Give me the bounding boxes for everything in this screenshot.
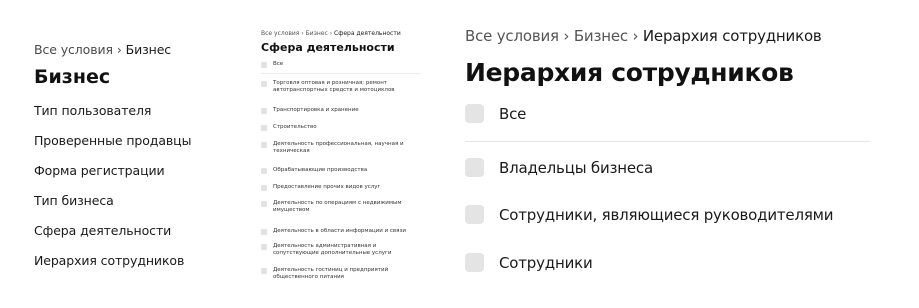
- breadcrumb-current: Бизнес: [125, 42, 172, 57]
- checkbox[interactable]: [261, 201, 267, 207]
- divider: [465, 141, 870, 142]
- menu-item-registration-form[interactable]: Форма регистрации: [34, 163, 165, 178]
- option-label: Деятельность в области информации и связ…: [273, 228, 406, 234]
- breadcrumb: Все условия › Бизнес › Иерархия сотрудни…: [465, 27, 822, 45]
- option-label: Все: [499, 104, 527, 123]
- option-item[interactable]: Деятельность профессиональная, научная и…: [261, 141, 423, 155]
- menu-item-employee-hierarchy[interactable]: Иерархия сотрудников: [34, 253, 184, 268]
- checkbox[interactable]: [261, 244, 267, 250]
- breadcrumb: Все условия › Бизнес › Сфера деятельност…: [261, 30, 401, 37]
- option-label: Деятельность административная и сопутств…: [273, 243, 392, 256]
- checkbox[interactable]: [261, 108, 267, 114]
- breadcrumb-current: Иерархия сотрудников: [642, 27, 822, 45]
- menu-item-business-type[interactable]: Тип бизнеса: [34, 193, 114, 208]
- breadcrumb-separator: ›: [301, 30, 304, 37]
- option-item[interactable]: Деятельность гостиниц и предприятий обще…: [261, 267, 423, 281]
- option-label: Деятельность по операциям с недвижимым и…: [273, 200, 402, 213]
- checkbox[interactable]: [261, 168, 267, 174]
- checkbox[interactable]: [465, 104, 484, 123]
- checkbox[interactable]: [261, 185, 267, 191]
- option-label: Сотрудники: [499, 253, 593, 272]
- option-all[interactable]: Все: [465, 104, 526, 123]
- checkbox[interactable]: [261, 81, 267, 87]
- option-label: Сотрудники, являющиеся руководителями: [499, 205, 834, 224]
- checkbox[interactable]: [261, 268, 267, 274]
- breadcrumb-separator: ›: [563, 27, 570, 45]
- page-title: Иерархия сотрудников: [465, 58, 794, 87]
- option-label: Деятельность гостиниц и предприятий обще…: [273, 267, 389, 280]
- breadcrumb-separator: ›: [116, 42, 122, 57]
- page-title: Сфера деятельности: [261, 41, 395, 54]
- checkbox[interactable]: [261, 62, 267, 68]
- menu-item-user-type[interactable]: Тип пользователя: [34, 103, 151, 118]
- option-item[interactable]: Деятельность по операциям с недвижимым и…: [261, 200, 423, 214]
- option-label: Торговля оптовая и розничная; ремонт авт…: [273, 80, 395, 93]
- option-label: Предоставление прочих видов услуг: [273, 184, 381, 190]
- option-label: Транспортировка и хранение: [273, 107, 359, 113]
- breadcrumb: Все условия › Бизнес: [34, 42, 171, 57]
- option-item[interactable]: Транспортировка и хранение: [261, 107, 423, 114]
- option-label: Все: [273, 61, 284, 67]
- option-managers[interactable]: Сотрудники, являющиеся руководителями: [465, 205, 834, 224]
- option-label: Строительство: [273, 124, 317, 130]
- menu-item-verified-sellers[interactable]: Проверенные продавцы: [34, 133, 191, 148]
- option-item[interactable]: Предоставление прочих видов услуг: [261, 184, 423, 191]
- option-item[interactable]: Деятельность в области информации и связ…: [261, 228, 423, 235]
- option-item[interactable]: Строительство: [261, 124, 423, 131]
- checkbox[interactable]: [261, 229, 267, 235]
- breadcrumb-mid[interactable]: Бизнес: [306, 30, 328, 37]
- checkbox[interactable]: [465, 158, 484, 177]
- breadcrumb-separator: ›: [632, 27, 639, 45]
- option-all[interactable]: Все: [261, 61, 423, 68]
- breadcrumb-current: Сфера деятельности: [334, 30, 401, 37]
- divider: [261, 73, 421, 74]
- page-title: Бизнес: [34, 66, 111, 88]
- checkbox[interactable]: [261, 142, 267, 148]
- breadcrumb-mid[interactable]: Бизнес: [574, 27, 628, 45]
- breadcrumb-root[interactable]: Все условия: [465, 27, 559, 45]
- checkbox[interactable]: [465, 205, 484, 224]
- option-label: Владельцы бизнеса: [499, 158, 653, 177]
- checkbox[interactable]: [261, 125, 267, 131]
- breadcrumb-root[interactable]: Все условия: [34, 42, 113, 57]
- option-business-owners[interactable]: Владельцы бизнеса: [465, 158, 653, 177]
- option-item[interactable]: Деятельность административная и сопутств…: [261, 243, 423, 257]
- breadcrumb-root[interactable]: Все условия: [261, 30, 299, 37]
- option-label: Обрабатывающие производства: [273, 167, 368, 173]
- checkbox[interactable]: [465, 253, 484, 272]
- option-item[interactable]: Торговля оптовая и розничная; ремонт авт…: [261, 80, 423, 94]
- option-label: Деятельность профессиональная, научная и…: [273, 141, 404, 154]
- breadcrumb-separator: ›: [329, 30, 333, 37]
- option-employees[interactable]: Сотрудники: [465, 253, 593, 272]
- option-item[interactable]: Обрабатывающие производства: [261, 167, 423, 174]
- menu-item-field-of-activity[interactable]: Сфера деятельности: [34, 223, 171, 238]
